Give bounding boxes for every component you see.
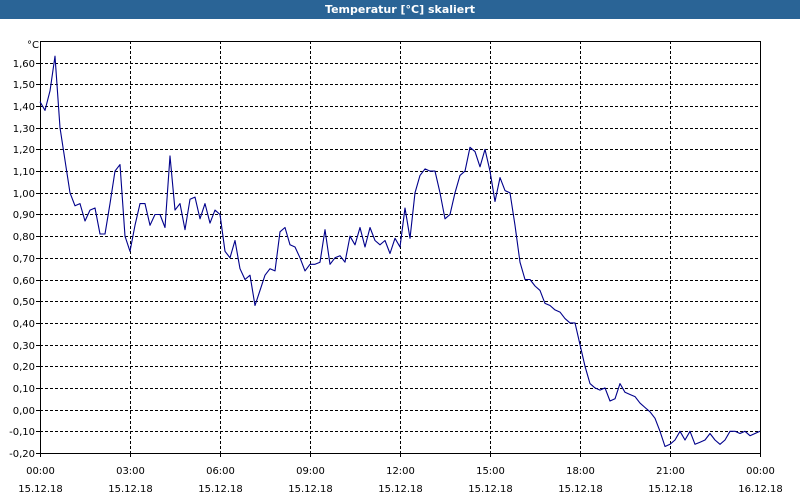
chart-title-bar: Temperatur [°C] skaliert <box>0 0 800 19</box>
x-axis-tick-labels: 00:00 15.12.18 03:00 15.12.18 06:00 15.12.18 0… <box>18 466 783 495</box>
y-tick-label: 0,70 <box>13 254 35 265</box>
y-tick-label: 0,80 <box>13 232 35 243</box>
y-tick-label: 1,00 <box>13 189 35 200</box>
y-tick-label: 1,10 <box>13 167 35 178</box>
chart-title: Temperatur [°C] skaliert <box>325 3 475 16</box>
chart-area: -0,20 -0,10 0,00 0,10 0,20 0,30 0,40 0,50 0,60 0,… <box>0 19 800 500</box>
y-tick-label: 0,30 <box>13 341 35 352</box>
y-axis-tick-labels: -0,20 -0,10 0,00 0,10 0,20 0,30 0,40 0,50 0,60 0,… <box>9 59 35 460</box>
x-tick-date-label: 16.12.18 <box>738 484 783 495</box>
y-tick-label: 0,10 <box>13 384 35 395</box>
x-tick-time-label: 09:00 <box>296 466 325 477</box>
y-tick-label: 0,90 <box>13 210 35 221</box>
x-tick-date-label: 15.12.18 <box>198 484 243 495</box>
y-tick-label: 0,60 <box>13 276 35 287</box>
x-tick-date-label: 15.12.18 <box>288 484 333 495</box>
x-tick-date-label: 15.12.18 <box>18 484 63 495</box>
y-tick-label: 1,20 <box>13 145 35 156</box>
x-tick-time-label: 15:00 <box>476 466 505 477</box>
x-tick-time-label: 18:00 <box>566 466 595 477</box>
x-tick-date-label: 15.12.18 <box>558 484 603 495</box>
y-tick-label: 1,50 <box>13 80 35 91</box>
y-tick-label: 0,50 <box>13 297 35 308</box>
x-tick-time-label: 12:00 <box>386 466 415 477</box>
x-tick-time-label: 03:00 <box>116 466 145 477</box>
x-tick-time-label: 00:00 <box>746 466 775 477</box>
y-axis-label: °C <box>27 40 39 51</box>
y-tick-label: 1,30 <box>13 124 35 135</box>
temperature-line-chart: -0,20 -0,10 0,00 0,10 0,20 0,30 0,40 0,50 0,60 0,… <box>9 40 783 495</box>
grid-lines <box>36 41 761 457</box>
x-tick-time-label: 00:00 <box>26 466 55 477</box>
y-tick-label: -0,20 <box>9 449 35 460</box>
x-tick-time-label: 21:00 <box>656 466 685 477</box>
x-tick-date-label: 15.12.18 <box>108 484 153 495</box>
y-tick-label: 1,60 <box>13 59 35 70</box>
y-tick-label: -0,10 <box>9 427 35 438</box>
x-tick-date-label: 15.12.18 <box>468 484 513 495</box>
y-tick-label: 0,40 <box>13 319 35 330</box>
x-tick-time-label: 06:00 <box>206 466 235 477</box>
y-tick-label: 0,00 <box>13 406 35 417</box>
x-tick-date-label: 15.12.18 <box>378 484 423 495</box>
y-tick-label: 1,40 <box>13 102 35 113</box>
y-tick-label: 0,20 <box>13 362 35 373</box>
x-tick-date-label: 15.12.18 <box>648 484 693 495</box>
